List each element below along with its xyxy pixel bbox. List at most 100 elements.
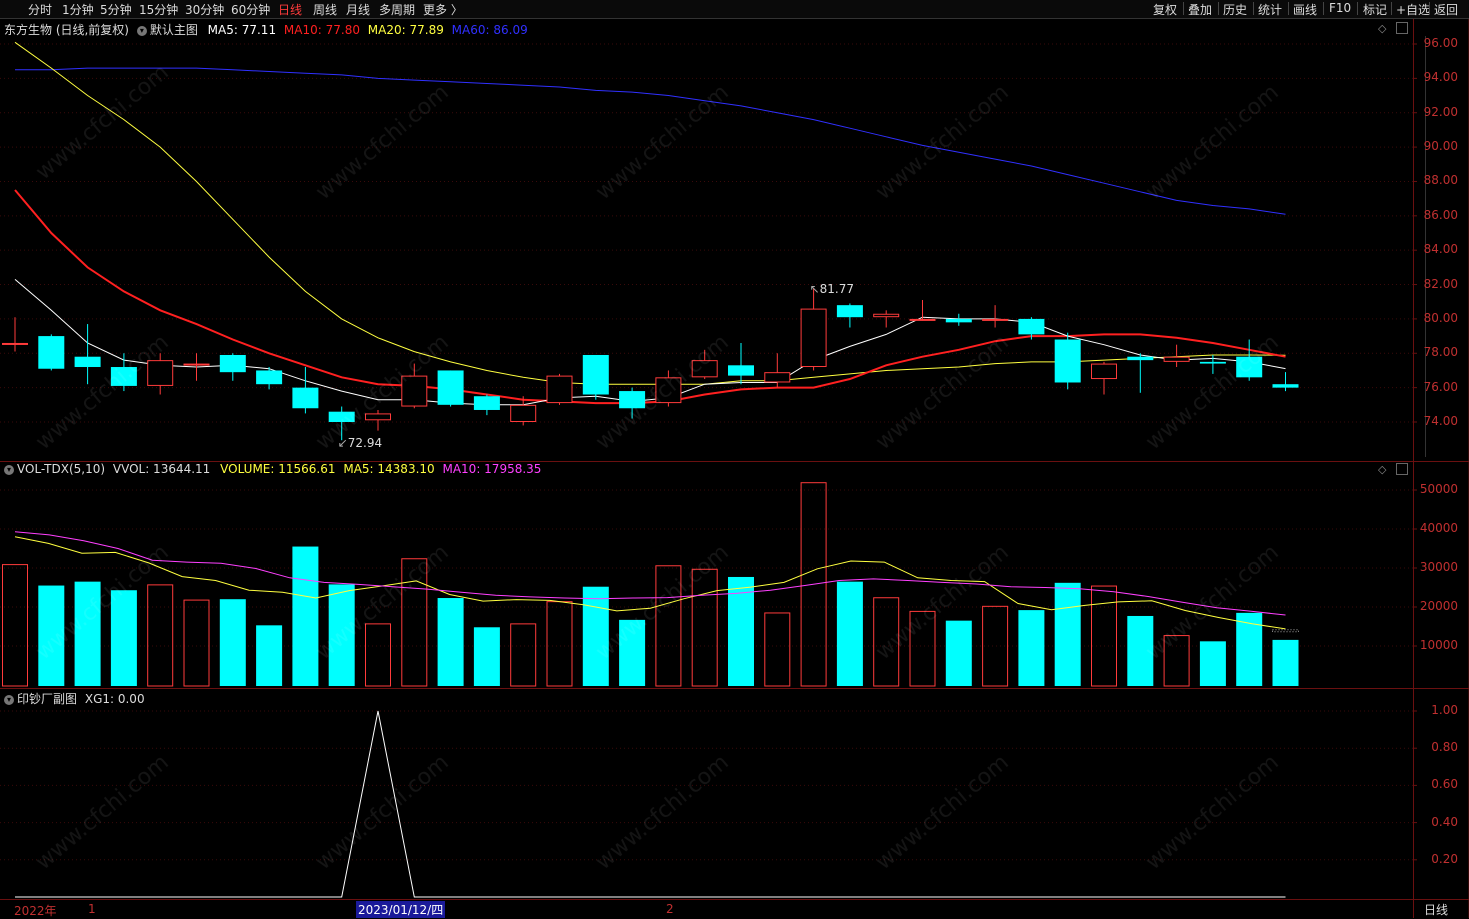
volume-bar: [1018, 610, 1045, 686]
period-indicator: 日线: [1424, 903, 1449, 917]
volume-bar: [1199, 641, 1226, 686]
volume-bar: [1236, 612, 1263, 686]
main-template[interactable]: 默认主图: [150, 23, 198, 37]
vol-tick-1: 40000: [1419, 521, 1458, 535]
xg1-line: [15, 710, 1286, 898]
volume-bar: [1091, 585, 1117, 687]
volume-bar: [437, 598, 464, 686]
price-tick-8: 80.00: [1423, 310, 1458, 325]
price-tick-2: 92.00: [1423, 104, 1458, 119]
candle-body: [473, 396, 500, 410]
candle-body: [183, 363, 210, 366]
candle-body: [219, 354, 246, 373]
sub-panel-header: ▾ 印钞厂副图 XG1: 0.00: [4, 690, 145, 707]
vol-tick-0: 50000: [1419, 482, 1458, 496]
candle-body: [1199, 361, 1226, 364]
volume-bar: [982, 605, 1009, 687]
volume-bar: [1054, 582, 1081, 686]
vol-tick-3: 20000: [1419, 599, 1458, 613]
candle-body: [256, 370, 283, 385]
vol-diamond-icon[interactable]: ◇: [1378, 463, 1386, 476]
candle-body: [873, 313, 900, 318]
cursor-date-label: 2023/01/12/四: [356, 901, 446, 918]
candle-body: [292, 387, 319, 409]
volume-value: VOLUME: 11566.61: [220, 462, 336, 476]
vol-panel-mode-icon[interactable]: [1396, 463, 1408, 475]
candle-body: [510, 404, 537, 422]
volume-bar: [510, 623, 537, 687]
candle-body: [1054, 339, 1081, 383]
volume-bar: [256, 625, 283, 686]
vol-tick-2: 30000: [1419, 560, 1458, 574]
x-year-label: 2022年: [14, 904, 57, 918]
candle-body: [909, 318, 936, 321]
ma5-value: MA5: 77.11: [207, 23, 277, 37]
sub-tick-0: 1.00: [1431, 703, 1458, 717]
volume-bar: [836, 581, 863, 686]
candle-body: [38, 336, 65, 369]
ma20-value: MA20: 77.89: [367, 23, 444, 37]
xg1-value: XG1: 0.00: [84, 692, 145, 706]
candle-body: [1272, 384, 1299, 388]
high-price-label: ↖81.77: [809, 282, 855, 297]
price-tick-11: 74.00: [1423, 414, 1458, 428]
vol-ma10-value: MA10: 17958.35: [442, 462, 542, 476]
vvol-value: VVOL: 13644.11: [112, 462, 211, 476]
price-tick-9: 78.00: [1423, 345, 1458, 360]
price-tick-4: 88.00: [1423, 173, 1458, 188]
sub-tick-3: 0.40: [1431, 814, 1458, 829]
candle-body: [800, 308, 827, 368]
price-tick-7: 82.00: [1423, 276, 1458, 291]
candle-body: [982, 318, 1009, 321]
vol-settings-icon[interactable]: ▾: [4, 464, 14, 475]
panel-mode-icon[interactable]: [1396, 22, 1408, 34]
candle-body: [437, 370, 464, 405]
candle-body: [74, 356, 101, 368]
candle-body: [1091, 363, 1117, 380]
volume-bar: [183, 599, 210, 687]
ma10-value: MA10: 77.80: [283, 23, 360, 37]
candle-body: [1163, 356, 1190, 362]
vol-ma5-value: MA5: 14383.10: [343, 462, 435, 476]
price-tick-0: 96.00: [1423, 36, 1458, 50]
volume-bar: [147, 584, 174, 687]
x-month-2: 2: [666, 902, 674, 916]
price-tick-1: 94.00: [1423, 70, 1458, 85]
candle-body: [836, 305, 863, 318]
candle-body: [2, 342, 28, 345]
sub-settings-icon[interactable]: ▾: [4, 694, 14, 705]
candle-body: [1127, 356, 1154, 361]
price-tick-10: 76.00: [1423, 379, 1458, 394]
candle-body: [546, 375, 573, 404]
stock-title: 东方生物 (日线,前复权): [4, 23, 129, 37]
sub-tick-2: 0.60: [1431, 777, 1458, 792]
candle-body: [1018, 318, 1045, 335]
vol-panel-header: ▾ VOL-TDX(5,10) VVOL: 13644.11 VOLUME: 11…: [4, 462, 541, 476]
vol-indicator-name[interactable]: VOL-TDX(5,10): [17, 462, 105, 476]
volume-bar: [2, 564, 28, 687]
diamond-icon[interactable]: ◇: [1378, 22, 1386, 35]
candle-body: [945, 318, 972, 323]
volume-bar: [1272, 639, 1299, 686]
x-month-1: 1: [88, 902, 96, 916]
candle-body: [764, 372, 791, 383]
volume-bar: [219, 599, 246, 686]
candle-body: [582, 354, 609, 395]
sub-indicator-name[interactable]: 印钞厂副图: [17, 692, 77, 706]
ma60-value: MA60: 86.09: [451, 23, 528, 37]
main-panel-header: 东方生物 (日线,前复权) ▾ 默认主图 MA5: 77.11 MA10: 77.…: [4, 21, 528, 38]
vol-tick-4: 10000: [1419, 638, 1458, 652]
volume-bar: [292, 546, 319, 686]
sub-tick-4: 0.20: [1431, 851, 1458, 866]
volume-bar: [945, 620, 972, 686]
volume-bar: [764, 612, 791, 687]
price-tick-5: 86.00: [1423, 207, 1458, 222]
sub-tick-1: 0.80: [1431, 740, 1458, 755]
volume-bar: [473, 627, 500, 686]
vvol-marker: [1272, 629, 1299, 633]
price-tick-3: 90.00: [1423, 139, 1458, 154]
candle-body: [728, 365, 754, 376]
volume-bar: [365, 623, 391, 687]
settings-toggle-icon[interactable]: ▾: [136, 25, 147, 36]
price-tick-6: 84.00: [1423, 242, 1458, 257]
